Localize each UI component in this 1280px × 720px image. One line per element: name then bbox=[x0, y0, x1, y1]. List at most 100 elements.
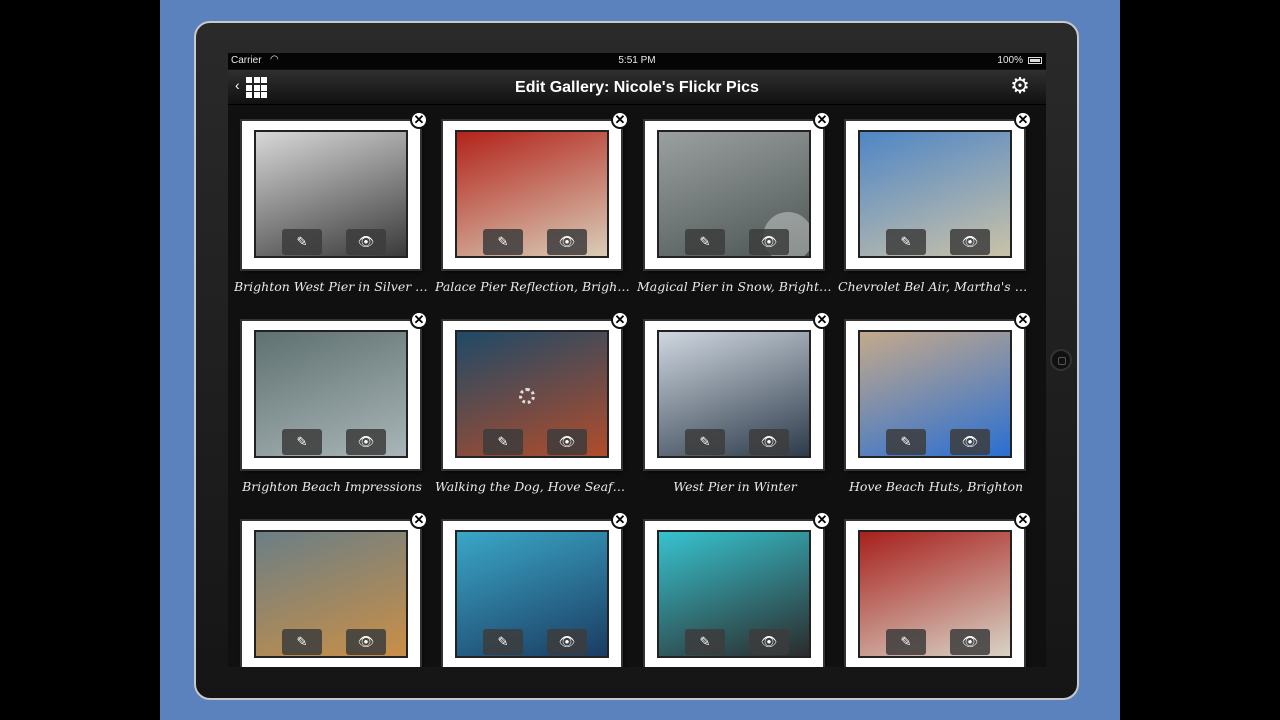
photo-frame: ✎ 👁 bbox=[242, 121, 420, 269]
eye-icon: 👁 bbox=[558, 634, 576, 649]
edit-photo-button[interactable]: ✎ bbox=[282, 629, 322, 655]
photo-frame: ✎ 👁 bbox=[242, 521, 420, 667]
loading-spinner-icon bbox=[519, 388, 535, 404]
edit-photo-button[interactable]: ✎ bbox=[483, 229, 523, 255]
view-photo-button[interactable]: 👁 bbox=[346, 629, 386, 655]
view-photo-button[interactable]: 👁 bbox=[547, 429, 587, 455]
delete-photo-button[interactable]: ✕ bbox=[1014, 511, 1032, 529]
edit-photo-button[interactable]: ✎ bbox=[886, 429, 926, 455]
edit-photo-button[interactable]: ✎ bbox=[886, 629, 926, 655]
gallery-item[interactable]: ✎ 👁 ✕ Chevrolet Bel Air, Martha's Vin... bbox=[832, 105, 1034, 295]
photo-caption: Hove Beach Huts, Brighton bbox=[848, 479, 1024, 494]
photo-caption: Brighton West Pier in Silver Cl... bbox=[234, 279, 430, 294]
eye-icon: 👁 bbox=[558, 434, 576, 449]
view-photo-button[interactable]: 👁 bbox=[950, 229, 990, 255]
close-icon: ✕ bbox=[614, 312, 626, 327]
nav-bar: ‹ Edit Gallery: Nicole's Flickr Pics ⚙ bbox=[228, 70, 1046, 105]
view-photo-button[interactable]: 👁 bbox=[950, 429, 990, 455]
close-icon: ✕ bbox=[816, 112, 828, 127]
eye-icon: 👁 bbox=[961, 634, 979, 649]
eye-icon: 👁 bbox=[760, 634, 778, 649]
delete-photo-button[interactable]: ✕ bbox=[410, 311, 428, 329]
view-photo-button[interactable]: 👁 bbox=[547, 229, 587, 255]
photo-frame: ✎ 👁 bbox=[242, 321, 420, 469]
gallery-item[interactable]: ✎ 👁 ✕ West Pier in Winter bbox=[631, 305, 831, 495]
photo-frame: ✎ 👁 bbox=[443, 121, 621, 269]
photo-frame: ✎ 👁 bbox=[645, 121, 823, 269]
pencil-icon: ✎ bbox=[497, 434, 509, 449]
close-icon: ✕ bbox=[1017, 112, 1029, 127]
view-photo-button[interactable]: 👁 bbox=[950, 629, 990, 655]
delete-photo-button[interactable]: ✕ bbox=[813, 111, 831, 129]
gallery-item[interactable]: ✎ 👁 ✕ bbox=[631, 505, 831, 667]
photo-caption: Walking the Dog, Hove Seafront bbox=[435, 479, 631, 494]
close-icon: ✕ bbox=[614, 512, 626, 527]
close-icon: ✕ bbox=[413, 112, 425, 127]
close-icon: ✕ bbox=[1017, 512, 1029, 527]
pencil-icon: ✎ bbox=[900, 434, 912, 449]
home-button[interactable] bbox=[1050, 349, 1072, 371]
gallery-item[interactable]: ✎ 👁 ✕ Hove Beach Huts, Brighton bbox=[832, 305, 1032, 495]
gallery-item[interactable]: ✎ 👁 ✕ Walking the Dog, Hove Seafront bbox=[429, 305, 631, 495]
photo-caption: Palace Pier Reflection, Brighton bbox=[435, 279, 631, 294]
gallery-item[interactable]: ✎ 👁 ✕ Magical Pier in Snow, Brighton bbox=[631, 105, 833, 295]
eye-icon: 👁 bbox=[961, 434, 979, 449]
gallery-item[interactable]: ✎ 👁 ✕ bbox=[832, 505, 1032, 667]
battery-icon bbox=[1028, 57, 1042, 64]
close-icon: ✕ bbox=[413, 312, 425, 327]
view-photo-button[interactable]: 👁 bbox=[749, 629, 789, 655]
edit-photo-button[interactable]: ✎ bbox=[685, 229, 725, 255]
pencil-icon: ✎ bbox=[296, 234, 308, 249]
pencil-icon: ✎ bbox=[497, 634, 509, 649]
pencil-icon: ✎ bbox=[296, 634, 308, 649]
view-photo-button[interactable]: 👁 bbox=[749, 429, 789, 455]
pencil-icon: ✎ bbox=[296, 434, 308, 449]
edit-photo-button[interactable]: ✎ bbox=[282, 429, 322, 455]
view-photo-button[interactable]: 👁 bbox=[547, 629, 587, 655]
delete-photo-button[interactable]: ✕ bbox=[813, 311, 831, 329]
eye-icon: 👁 bbox=[961, 234, 979, 249]
pencil-icon: ✎ bbox=[900, 634, 912, 649]
delete-photo-button[interactable]: ✕ bbox=[611, 111, 629, 129]
close-icon: ✕ bbox=[413, 512, 425, 527]
close-icon: ✕ bbox=[1017, 312, 1029, 327]
pencil-icon: ✎ bbox=[900, 234, 912, 249]
pencil-icon: ✎ bbox=[699, 234, 711, 249]
photo-frame: ✎ 👁 bbox=[846, 521, 1024, 667]
delete-photo-button[interactable]: ✕ bbox=[813, 511, 831, 529]
pencil-icon: ✎ bbox=[699, 434, 711, 449]
photo-frame: ✎ 👁 bbox=[645, 321, 823, 469]
edit-photo-button[interactable]: ✎ bbox=[483, 629, 523, 655]
gallery-item[interactable]: ✎ 👁 ✕ Brighton Beach Impressions bbox=[228, 305, 428, 495]
gallery-item[interactable]: ✎ 👁 ✕ Palace Pier Reflection, Brighton bbox=[429, 105, 631, 295]
close-icon: ✕ bbox=[816, 512, 828, 527]
eye-icon: 👁 bbox=[357, 634, 375, 649]
photo-caption: Brighton Beach Impressions bbox=[242, 479, 422, 494]
photo-frame: ✎ 👁 bbox=[846, 321, 1024, 469]
page-title: Edit Gallery: Nicole's Flickr Pics bbox=[515, 79, 759, 96]
edit-photo-button[interactable]: ✎ bbox=[282, 229, 322, 255]
photo-frame: ✎ 👁 bbox=[443, 321, 621, 469]
status-bar: Carrier ◠ 5:51 PM 100% bbox=[228, 53, 1046, 69]
gallery-item[interactable]: ✎ 👁 ✕ bbox=[429, 505, 629, 667]
photo-frame: ✎ 👁 bbox=[443, 521, 621, 667]
edit-photo-button[interactable]: ✎ bbox=[886, 229, 926, 255]
delete-photo-button[interactable]: ✕ bbox=[410, 511, 428, 529]
delete-photo-button[interactable]: ✕ bbox=[611, 511, 629, 529]
gear-icon[interactable]: ⚙ bbox=[1008, 74, 1032, 98]
delete-photo-button[interactable]: ✕ bbox=[1014, 111, 1032, 129]
eye-icon: 👁 bbox=[357, 234, 375, 249]
view-photo-button[interactable]: 👁 bbox=[749, 229, 789, 255]
battery-percent: 100% bbox=[997, 55, 1023, 66]
edit-photo-button[interactable]: ✎ bbox=[685, 429, 725, 455]
delete-photo-button[interactable]: ✕ bbox=[611, 311, 629, 329]
edit-photo-button[interactable]: ✎ bbox=[685, 629, 725, 655]
view-photo-button[interactable]: 👁 bbox=[346, 429, 386, 455]
gallery-item[interactable]: ✎ 👁 ✕ Brighton West Pier in Silver Cl... bbox=[228, 105, 430, 295]
delete-photo-button[interactable]: ✕ bbox=[1014, 311, 1032, 329]
view-photo-button[interactable]: 👁 bbox=[346, 229, 386, 255]
delete-photo-button[interactable]: ✕ bbox=[410, 111, 428, 129]
eye-icon: 👁 bbox=[760, 434, 778, 449]
gallery-item[interactable]: ✎ 👁 ✕ bbox=[228, 505, 428, 667]
edit-photo-button[interactable]: ✎ bbox=[483, 429, 523, 455]
